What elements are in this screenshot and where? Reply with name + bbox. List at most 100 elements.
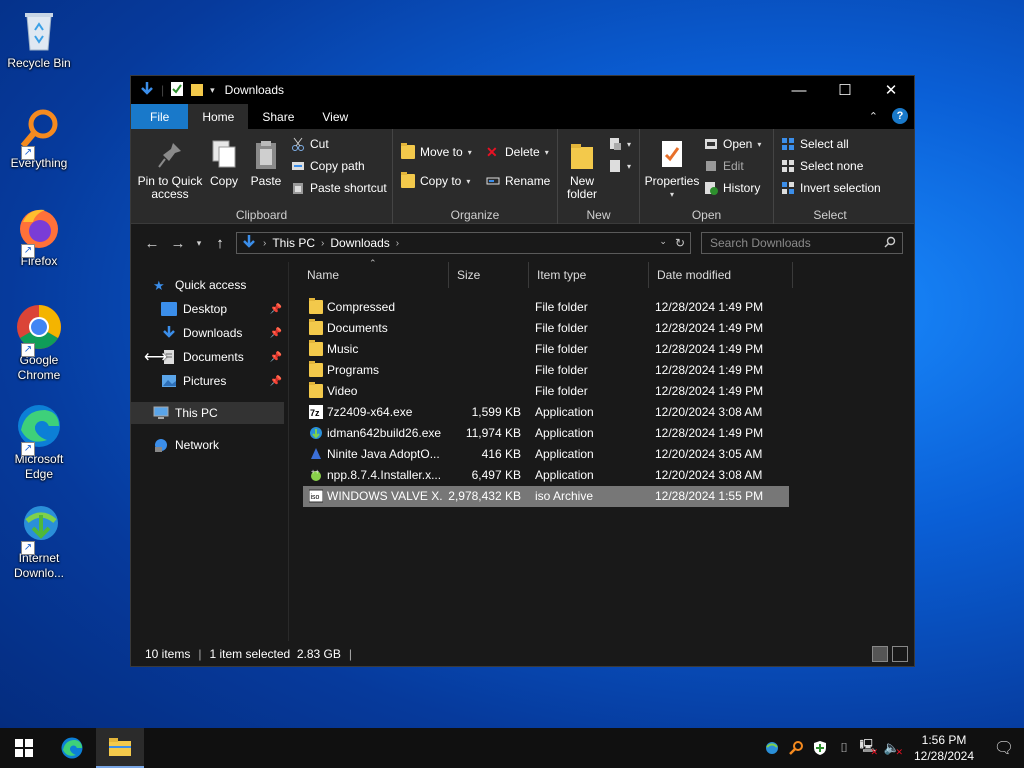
file-row[interactable]: 7z 7z2409-x64.exe 1,599 KB Application 1… — [303, 402, 789, 423]
clipboard-group: Pin to Quick access Copy Paste Cut Copy … — [131, 129, 393, 224]
minimize-button[interactable]: — — [776, 76, 822, 104]
column-header-type[interactable]: Item type — [529, 262, 649, 288]
close-button[interactable]: ✕ — [868, 76, 914, 104]
tab-home[interactable]: Home — [188, 104, 249, 129]
pin-to-quick-access-button[interactable]: Pin to Quick access — [137, 139, 203, 201]
open-button[interactable]: Open ▾ — [704, 137, 761, 151]
desktop-icon-recycle-bin[interactable]: Recycle Bin — [4, 6, 74, 71]
clock[interactable]: 1:56 PM 12/28/2024 — [904, 732, 984, 764]
edit-button[interactable]: Edit — [704, 159, 744, 173]
column-header-size[interactable]: Size — [449, 262, 529, 288]
idm-tray-icon[interactable] — [760, 728, 784, 768]
new-folder-button[interactable]: New folder — [564, 139, 600, 201]
everything-icon: ↗ — [15, 106, 63, 160]
copy-path-button[interactable]: Copy path — [291, 159, 365, 173]
new-folder-qat-icon[interactable] — [190, 81, 204, 100]
rename-label: Rename — [505, 174, 551, 188]
taskbar-edge-button[interactable] — [48, 728, 96, 768]
windows-logo-icon — [15, 739, 33, 757]
notification-center-icon[interactable]: 🗨 — [984, 738, 1024, 758]
file-row[interactable]: Documents File folder 12/28/2024 1:49 PM — [303, 318, 789, 339]
recycle-bin-icon — [15, 6, 63, 54]
back-button[interactable]: ← — [139, 235, 165, 252]
everything-tray-icon[interactable] — [784, 728, 808, 768]
taskbar-file-explorer-button[interactable] — [96, 728, 144, 768]
breadcrumb-downloads[interactable]: Downloads — [330, 236, 389, 250]
file-row[interactable]: Ninite Java AdoptO... 416 KB Application… — [303, 444, 789, 465]
nav-quick-access[interactable]: ★ Quick access — [131, 274, 284, 296]
properties-qat-icon[interactable] — [170, 81, 184, 100]
address-bar[interactable]: › This PC › Downloads › ⌄ ↻ — [236, 232, 691, 254]
help-icon[interactable]: ? — [892, 108, 908, 124]
desktop-icon-everything[interactable]: ↗ Everything — [4, 106, 74, 171]
desktop-icon-chrome[interactable]: ↗ Google Chrome — [4, 303, 74, 383]
quick-access-toolbar: | ▾ — [139, 81, 215, 100]
maximize-button[interactable]: ☐ — [822, 76, 868, 104]
file-row[interactable]: Video File folder 12/28/2024 1:49 PM — [303, 381, 789, 402]
security-shield-icon[interactable] — [808, 728, 832, 768]
desktop-icon-edge[interactable]: ↗ Microsoft Edge — [4, 402, 74, 482]
svg-text:iso: iso — [311, 494, 320, 501]
usb-device-icon[interactable]: ⌷ — [832, 728, 856, 768]
nav-pictures[interactable]: Pictures 📌 — [131, 370, 284, 392]
file-row[interactable]: Music File folder 12/28/2024 1:49 PM — [303, 339, 789, 360]
rename-button[interactable]: Rename — [486, 174, 550, 188]
select-all-button[interactable]: Select all — [781, 137, 849, 151]
invert-selection-button[interactable]: Invert selection — [781, 181, 881, 195]
nav-network[interactable]: Network — [131, 434, 284, 456]
file-size: 11,974 KB — [465, 426, 521, 440]
file-row[interactable]: iso WINDOWS VALVE X... 2,978,432 KB iso … — [303, 486, 789, 507]
select-group-label: Select — [813, 208, 847, 222]
move-to-button[interactable]: Move to ▾ — [401, 143, 472, 159]
up-button[interactable]: ↑ — [207, 235, 233, 252]
file-type: Application — [535, 426, 594, 440]
file-row[interactable]: idman642build26.exe 11,974 KB Applicatio… — [303, 423, 789, 444]
desktop-icon-firefox[interactable]: ↗ Firefox — [4, 204, 74, 269]
nav-label: Desktop — [183, 302, 228, 316]
forward-button[interactable]: → — [165, 235, 191, 252]
idm-installer-icon — [309, 426, 323, 440]
column-header-date[interactable]: Date modified — [649, 262, 793, 288]
title-bar[interactable]: | ▾ Downloads — ☐ ✕ — [131, 76, 914, 104]
file-row[interactable]: Compressed File folder 12/28/2024 1:49 P… — [303, 297, 789, 318]
tab-share[interactable]: Share — [248, 104, 308, 129]
start-button[interactable] — [0, 728, 48, 768]
volume-muted-icon[interactable]: 🔈 ✕ — [880, 728, 904, 768]
breadcrumb-this-pc[interactable]: This PC — [272, 236, 315, 250]
large-icons-view-button[interactable] — [892, 645, 908, 662]
nav-this-pc[interactable]: This PC — [131, 402, 284, 424]
shortcut-arrow-icon: ↗ — [21, 541, 35, 555]
file-date: 12/28/2024 1:49 PM — [655, 300, 764, 314]
paste-shortcut-button[interactable]: Paste shortcut — [291, 181, 387, 195]
address-dropdown-icon[interactable]: ⌄ — [659, 236, 667, 250]
network-disconnected-icon[interactable]: 🖳 ✕ — [856, 728, 880, 768]
collapse-ribbon-icon[interactable]: ⌃ — [869, 110, 878, 123]
copy-path-label: Copy path — [310, 159, 365, 173]
tab-file[interactable]: File — [131, 104, 189, 129]
recent-locations-button[interactable]: ▾ — [191, 238, 207, 249]
nav-label: Pictures — [183, 374, 227, 388]
copy-to-button[interactable]: Copy to ▾ — [401, 172, 470, 188]
nav-downloads[interactable]: Downloads 📌 — [131, 322, 284, 344]
easy-access-button[interactable]: ▾ — [608, 159, 631, 173]
file-row[interactable]: Programs File folder 12/28/2024 1:49 PM — [303, 360, 789, 381]
history-button[interactable]: History — [704, 181, 760, 195]
refresh-icon[interactable]: ↻ — [675, 236, 685, 250]
copy-button[interactable]: Copy — [207, 139, 241, 188]
details-view-button[interactable] — [872, 645, 888, 662]
select-none-button[interactable]: Select none — [781, 159, 863, 173]
search-box[interactable]: Search Downloads — [701, 232, 903, 254]
nav-desktop[interactable]: Desktop 📌 — [131, 298, 284, 320]
file-row[interactable]: ++ npp.8.7.4.Installer.x... 6,497 KB App… — [303, 465, 789, 486]
desktop-icon-idm[interactable]: ↗ Internet Downlo... — [4, 501, 74, 581]
paste-button[interactable]: Paste — [249, 139, 283, 188]
cut-button[interactable]: Cut — [291, 137, 329, 151]
file-type: File folder — [535, 342, 588, 356]
column-header-name[interactable]: Name — [299, 262, 449, 288]
new-item-button[interactable]: ▾ — [608, 137, 631, 151]
properties-button[interactable]: Properties ▾ — [645, 139, 699, 201]
clock-date: 12/28/2024 — [913, 749, 975, 763]
qat-dropdown-icon[interactable]: ▾ — [210, 85, 215, 96]
tab-view[interactable]: View — [308, 104, 362, 129]
delete-button[interactable]: ✕ Delete ▾ — [486, 145, 549, 159]
